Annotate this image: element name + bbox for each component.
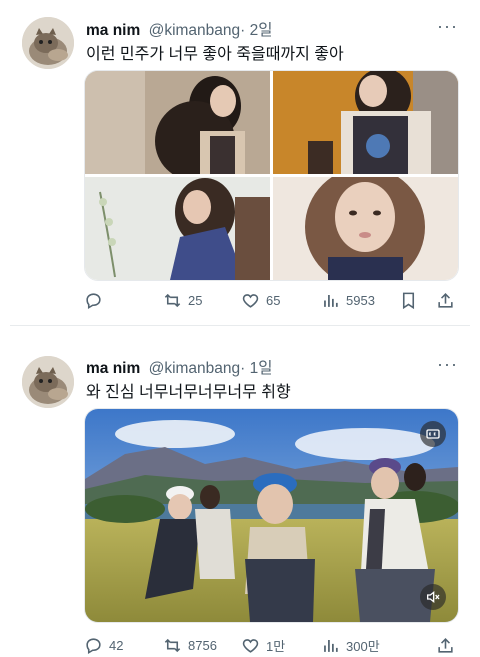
retweet-button[interactable]: 25 <box>163 288 202 312</box>
avatar[interactable] <box>22 356 74 408</box>
views-chart-icon <box>324 294 338 307</box>
tweet-header: ma nim @kimanbang· 1일 <box>86 356 273 378</box>
like-count: 1만 <box>266 638 286 654</box>
avatar[interactable] <box>22 17 74 69</box>
views-chart-icon <box>324 639 338 652</box>
bookmark-button[interactable] <box>399 288 418 312</box>
more-options-icon[interactable]: ··· <box>437 354 458 375</box>
display-name[interactable]: ma nim <box>86 360 140 377</box>
heart-icon <box>242 638 259 653</box>
photo-4[interactable] <box>273 177 458 280</box>
more-options-icon[interactable]: ··· <box>437 16 458 37</box>
bookmark-icon <box>402 292 415 309</box>
tweet-text: 이런 민주가 너무 좋아 죽을때까지 좋아 <box>86 46 344 63</box>
timestamp[interactable]: · 2일 <box>240 22 272 39</box>
heart-icon <box>242 293 259 308</box>
reply-button[interactable] <box>84 288 109 312</box>
video-player[interactable] <box>84 408 459 623</box>
views-button[interactable]: 300만 <box>321 633 380 657</box>
reply-icon <box>86 637 101 654</box>
retweet-count: 8756 <box>188 637 217 653</box>
tweet-1[interactable]: ma nim @kimanbang· 2일 ··· 이런 민주가 너무 좋아 죽… <box>0 0 480 325</box>
tweet-actions: 42 8756 1만 300만 <box>84 633 457 657</box>
retweet-count: 25 <box>188 292 203 308</box>
timestamp[interactable]: · 1일 <box>240 360 272 377</box>
share-button[interactable] <box>436 633 455 657</box>
like-count: 65 <box>266 292 281 308</box>
captions-icon[interactable] <box>420 421 446 447</box>
display-name[interactable]: ma nim <box>86 22 140 39</box>
like-button[interactable]: 1만 <box>241 633 285 657</box>
photo-1[interactable] <box>85 71 270 174</box>
reply-icon <box>86 292 101 309</box>
share-icon <box>438 292 453 308</box>
retweet-icon <box>164 293 181 307</box>
photo-3[interactable] <box>85 177 270 280</box>
like-button[interactable]: 65 <box>241 288 280 312</box>
retweet-button[interactable]: 8756 <box>163 633 217 657</box>
mute-icon[interactable] <box>420 584 446 610</box>
user-handle[interactable]: @kimanbang <box>149 360 241 377</box>
view-count: 300만 <box>346 638 380 654</box>
views-button[interactable]: 5953 <box>321 288 375 312</box>
tweet-text: 와 진심 너무너무너무너무 취향 <box>86 384 291 401</box>
reply-button[interactable]: 42 <box>84 633 123 657</box>
share-button[interactable] <box>436 288 455 312</box>
view-count: 5953 <box>346 292 375 308</box>
tweet-actions: 25 65 5953 <box>84 288 457 312</box>
tweet-2[interactable]: ma nim @kimanbang· 1일 ··· 와 진심 너무너무너무너무 … <box>0 326 480 654</box>
photo-grid[interactable] <box>84 70 459 281</box>
user-handle[interactable]: @kimanbang <box>149 22 241 39</box>
tweet-header: ma nim @kimanbang· 2일 <box>86 18 273 40</box>
share-icon <box>438 637 453 653</box>
retweet-icon <box>164 638 181 652</box>
photo-2[interactable] <box>273 71 458 174</box>
reply-count: 42 <box>109 637 124 653</box>
